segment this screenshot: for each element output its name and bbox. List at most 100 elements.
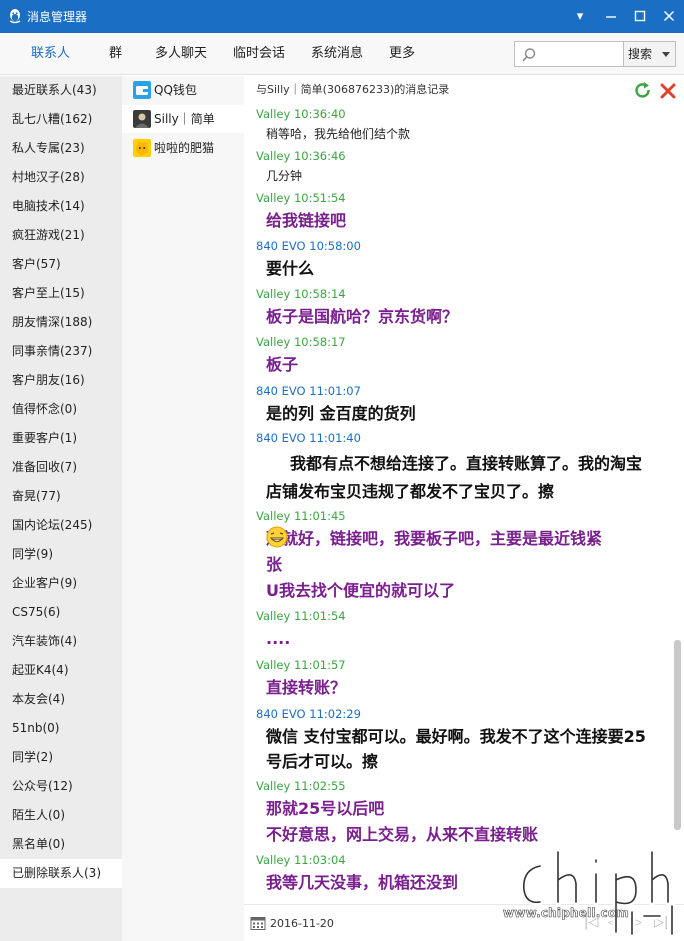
maximize-button[interactable] [631, 8, 649, 26]
group-item[interactable]: CS75(6) [0, 598, 122, 627]
contact-item[interactable]: QQ钱包 [122, 76, 244, 104]
contact-item[interactable]: Silly｜简单 [122, 105, 244, 133]
message-meta: Valley 11:03:04 [256, 853, 346, 867]
message-sender: Valley [256, 853, 291, 867]
close-icon [663, 10, 675, 22]
contact-name: 啦啦的肥猫 [154, 141, 215, 155]
message-meta: Valley 11:02:55 [256, 779, 346, 793]
watermark-text: www.chiphell.com [503, 906, 629, 921]
group-item[interactable]: 重要客户(1) [0, 424, 122, 453]
message-text: 店铺发布宝贝违规了都发不了宝贝了。擦 [266, 482, 555, 501]
contact-name: QQ钱包 [154, 83, 197, 97]
message-sender: Valley [256, 287, 291, 301]
group-item[interactable]: 私人专属(23) [0, 134, 122, 163]
scrollbar-thumb[interactable] [674, 640, 681, 830]
cat-avatar-icon [133, 139, 151, 157]
message-time: 10:36:46 [293, 149, 346, 163]
close-button[interactable] [660, 8, 678, 26]
group-item[interactable]: 汽车装饰(4) [0, 627, 122, 656]
message-sender: Valley [256, 609, 291, 623]
tab-temp-session[interactable]: 临时会话 [233, 46, 285, 62]
group-item[interactable]: 奋晃(77) [0, 482, 122, 511]
message-text: 那就25号以后吧 [266, 799, 385, 818]
message-time: 11:02:55 [293, 779, 346, 793]
message-meta: Valley 10:51:54 [256, 191, 346, 205]
next-page-button[interactable]: ▷ [632, 915, 642, 931]
message-sender: Valley [256, 779, 291, 793]
group-item[interactable]: 客户朋友(16) [0, 366, 122, 395]
search-button-label: 搜索 [628, 47, 653, 61]
title-bar: 消息管理器 ▾ [0, 0, 684, 33]
tab-groups[interactable]: 群 [109, 46, 122, 62]
search-input[interactable] [541, 44, 621, 64]
message-text: 几分钟 [266, 169, 303, 183]
group-item[interactable]: 陌生人(0) [0, 801, 122, 830]
chevron-down-icon[interactable] [662, 52, 670, 57]
message-time: 11:01:54 [293, 609, 346, 623]
message-sender: Valley [256, 658, 291, 672]
message-text: 直接转账？ [266, 678, 347, 697]
group-item[interactable]: 公众号(12) [0, 772, 122, 801]
message-meta: Valley 10:36:46 [256, 149, 346, 163]
group-item[interactable]: 黑名单(0) [0, 830, 122, 859]
grin-emoji-icon [266, 526, 288, 548]
tab-system-messages[interactable]: 系统消息 [311, 46, 363, 62]
message-time: 11:03:04 [293, 853, 346, 867]
refresh-icon[interactable] [633, 81, 653, 101]
message-time: 10:51:54 [293, 191, 346, 205]
tab-contacts[interactable]: 联系人 [31, 46, 70, 62]
tab-more[interactable]: 更多 [389, 46, 415, 62]
group-item[interactable]: 疯狂游戏(21) [0, 221, 122, 250]
message-text: 号后才可以。擦 [266, 752, 379, 771]
group-item[interactable]: 准备回收(7) [0, 453, 122, 482]
group-item[interactable]: 乱七八糟(162) [0, 105, 122, 134]
minimize-icon [606, 16, 616, 18]
maximize-icon [634, 10, 646, 22]
contact-name: Silly｜简单 [154, 112, 215, 126]
contact-item[interactable]: 啦啦的肥猫 [122, 134, 244, 162]
group-item[interactable]: 电脑技术(14) [0, 192, 122, 221]
group-item[interactable]: 客户(57) [0, 250, 122, 279]
group-item[interactable]: 51nb(0) [0, 714, 122, 743]
group-item[interactable]: 本友会(4) [0, 685, 122, 714]
message-meta: Valley 11:01:45 [256, 509, 346, 523]
message-sender: 840 EVO [256, 239, 306, 253]
message-text: 稍等哈，我先给他们结个款 [266, 127, 411, 141]
group-item[interactable]: 已删除联系人(3) [0, 859, 122, 888]
message-text: 板子是国航哈？京东货啊？ [266, 307, 459, 326]
message-time: 11:01:07 [309, 384, 361, 398]
group-item[interactable]: 同学(2) [0, 743, 122, 772]
menu-button[interactable]: ▾ [571, 8, 589, 26]
group-item[interactable]: 起亚K4(4) [0, 656, 122, 685]
search-box[interactable] [514, 41, 624, 67]
group-item[interactable]: 村地汉子(28) [0, 163, 122, 192]
message-time: 10:36:40 [293, 107, 346, 121]
window-title: 消息管理器 [27, 10, 88, 24]
group-item[interactable]: 国内论坛(245) [0, 511, 122, 540]
minimize-button[interactable] [602, 8, 620, 26]
message-time: 11:01:40 [309, 431, 361, 445]
group-item[interactable]: 朋友情深(188) [0, 308, 122, 337]
message-meta: Valley 11:01:57 [256, 658, 346, 672]
message-time: 11:02:29 [309, 707, 361, 721]
message-sender: Valley [256, 191, 291, 205]
message-meta: 840 EVO 10:58:00 [256, 239, 361, 253]
message-meta: Valley 10:58:14 [256, 287, 346, 301]
tab-multi-chat[interactable]: 多人聊天 [155, 46, 207, 62]
group-item[interactable]: 企业客户(9) [0, 569, 122, 598]
message-text: 我等几天没事，机箱还没到 [266, 873, 459, 892]
group-item[interactable]: 客户至上(15) [0, 279, 122, 308]
message-pane: 与Silly｜简单(306876233)的消息记录 Valley 10:36:4… [244, 76, 684, 941]
message-time: 10:58:00 [309, 239, 361, 253]
message-log-title: 与Silly｜简单(306876233)的消息记录 [256, 83, 450, 96]
group-item[interactable]: 同事亲情(237) [0, 337, 122, 366]
message-sender: Valley [256, 335, 291, 349]
search-button[interactable]: 搜索 [624, 41, 676, 67]
group-item[interactable]: 值得怀念(0) [0, 395, 122, 424]
message-text: 张 [266, 555, 283, 574]
group-item[interactable]: 最近联系人(43) [0, 76, 122, 105]
delete-icon[interactable] [658, 81, 678, 101]
calendar-icon[interactable] [250, 915, 266, 931]
group-item[interactable]: 同学(9) [0, 540, 122, 569]
last-page-button[interactable]: ▷| [654, 915, 668, 931]
